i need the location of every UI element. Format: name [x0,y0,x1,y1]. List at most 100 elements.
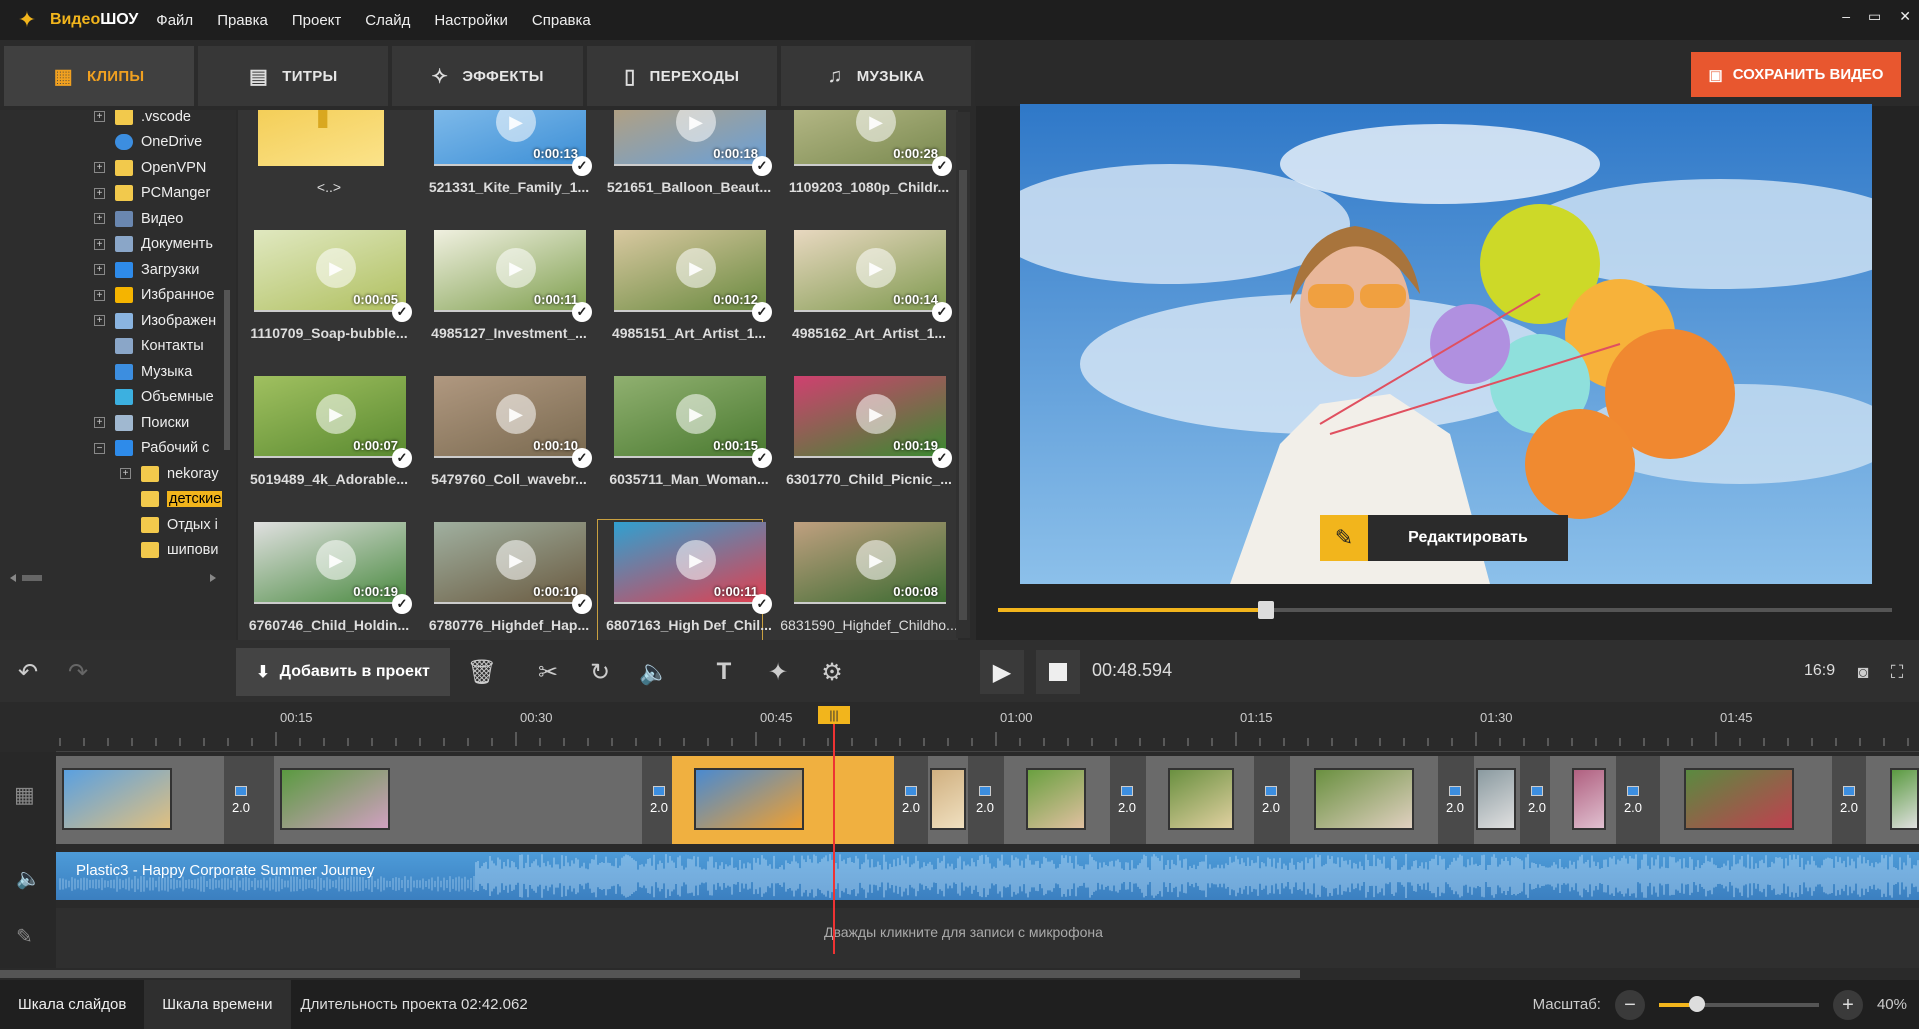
tree-item-label: Поиски [141,414,190,431]
expand-toggle-icon[interactable]: + [120,468,131,479]
clip-item[interactable]: ▶0:00:08✓6831590_Highdef_Childho... [780,522,958,640]
tree-item[interactable]: + nekoray [120,461,219,486]
tree-item[interactable]: + OpenVPN [94,155,206,180]
expand-toggle-icon[interactable]: + [94,187,105,199]
tree-item[interactable]: + Изображен [94,308,216,333]
undo-icon[interactable]: ↶ [8,650,48,694]
transition-duration[interactable]: 2.0 [1522,786,1552,815]
clip-thumbnail: ⬆ [258,110,384,166]
expand-toggle-icon[interactable]: + [94,213,105,224]
tab-transitions[interactable]: ▯ ПЕРЕХОДЫ [586,46,777,106]
clip-item[interactable]: ▶ 0:00:28 ✓ 1109203_1080p_Childr... [780,110,952,224]
volume-icon[interactable]: 🔈 [634,650,674,694]
stop-button[interactable] [1036,650,1080,694]
settings-gear-icon[interactable]: ⚙ [812,650,852,694]
tree-item[interactable]: + Загрузки [94,257,199,282]
clip-item[interactable]: ▶ 0:00:14 ✓ 4985162_Art_Artist_1... [780,230,952,370]
aspect-ratio[interactable]: 16:9 [1804,662,1835,680]
clip-item[interactable]: ▶ 0:00:13 ✓ 521331_Kite_Family_1... [420,110,592,224]
play-button[interactable]: ▶ [980,650,1024,694]
clip-item[interactable]: ▶ 0:00:05 ✓ 1110709_Soap-bubble... [240,230,412,370]
clip-item[interactable]: ⬆ <..> [240,110,400,224]
menu-slide[interactable]: Слайд [365,12,410,29]
transition-duration[interactable]: 2.0 [644,786,674,815]
menu-settings[interactable]: Настройки [434,12,508,29]
expand-toggle-icon[interactable]: − [94,442,105,454]
clip-item[interactable]: ▶ 0:00:18 ✓ 521651_Balloon_Beaut... [600,110,772,224]
tree-item[interactable]: +Контакты [94,334,204,359]
tree-item[interactable]: + .vscode [94,110,191,129]
transition-duration[interactable]: 2.0 [896,786,926,815]
menu-help[interactable]: Справка [532,12,591,29]
tree-item[interactable]: + PCManger [94,181,210,206]
clip-item[interactable]: ▶ 0:00:19 ✓ 6301770_Child_Picnic_... [780,376,952,516]
expand-toggle-icon[interactable]: + [94,417,105,428]
clip-item[interactable]: ▶ 0:00:19 ✓ 6760746_Child_Holdin... [240,522,412,640]
expand-toggle-icon[interactable]: + [94,264,105,275]
tree-item[interactable]: +Объемные [94,385,214,410]
expand-toggle-icon[interactable]: + [94,238,105,250]
text-icon[interactable]: T [704,650,744,694]
expand-toggle-icon[interactable]: + [94,162,105,173]
tree-item[interactable]: +OneDrive [94,130,202,155]
preview-seek-handle[interactable] [1258,601,1275,619]
tab-titles[interactable]: ▤ ТИТРЫ [198,46,389,106]
clip-item[interactable]: ▶ 0:00:11 ✓ 6807163_High Def_Chil... [597,519,772,640]
tree-item[interactable]: +шипови [120,538,218,563]
clip-item[interactable]: ▶ 0:00:12 ✓ 4985151_Art_Artist_1... [600,230,772,370]
transition-duration[interactable]: 2.0 [1618,786,1648,815]
zoom-out-button[interactable]: − [1614,989,1645,1020]
tree-item[interactable]: +Отдых і [120,512,218,537]
tree-item[interactable]: + Документь [94,232,213,257]
tab-time-scale[interactable]: Шкала времени [144,980,291,1029]
tree-item[interactable]: +детские [120,487,224,512]
clip-item[interactable]: ▶ 0:00:10 ✓ 6780776_Highdef_Hap... [420,522,592,640]
tab-effects[interactable]: ✧ ЭФФЕКТЫ [392,46,583,106]
fullscreen-icon[interactable]: ⛶ [1882,650,1912,694]
tree-item[interactable]: + Поиски [94,410,189,435]
transition-duration[interactable]: 2.0 [1834,786,1864,815]
clip-item[interactable]: ▶ 0:00:11 ✓ 4985127_Investment_... [420,230,592,370]
save-video-button[interactable]: ▣ СОХРАНИТЬ ВИДЕО [1691,52,1901,97]
transition-duration[interactable]: 2.0 [226,786,256,815]
maximize-button[interactable]: ▭ [1868,8,1881,25]
tree-item[interactable]: +Музыка [94,359,192,384]
tree-horizontal-scrollbar[interactable] [0,570,236,586]
snapshot-camera-icon[interactable]: ◙ [1848,650,1878,694]
transition-duration[interactable]: 2.0 [1440,786,1470,815]
grid-scroll-thumb[interactable] [959,170,967,620]
menu-edit[interactable]: Правка [217,12,268,29]
add-to-project-button[interactable]: ⬇ Добавить в проект [236,648,450,696]
tree-scroll-thumb[interactable] [224,290,230,450]
menu-file[interactable]: Файл [156,12,193,29]
clip-item[interactable]: ▶ 0:00:10 ✓ 5479760_Coll_wavebr... [420,376,592,516]
tab-clips[interactable]: ▦ КЛИПЫ [4,46,195,106]
redo-icon[interactable]: ↷ [58,650,98,694]
tree-item[interactable]: + Видео [94,206,183,231]
zoom-slider-handle[interactable] [1688,995,1705,1012]
tab-music[interactable]: ♫ МУЗЫКА [780,46,972,106]
delete-icon[interactable]: 🗑 [462,650,502,694]
menu-project[interactable]: Проект [292,12,341,29]
expand-toggle-icon[interactable]: + [94,111,105,122]
scissors-icon[interactable]: ✂ [528,650,568,694]
clip-item[interactable]: ▶ 0:00:15 ✓ 6035711_Man_Woman... [600,376,772,516]
clip-item[interactable]: ▶ 0:00:07 ✓ 5019489_4k_Adorable... [240,376,412,516]
transition-duration[interactable]: 2.0 [970,786,1000,815]
timeline-scroll-thumb[interactable] [0,970,1300,978]
zoom-slider[interactable] [1658,995,1819,1012]
transition-duration[interactable]: 2.0 [1112,786,1142,815]
minimize-button[interactable]: – [1842,8,1850,25]
tree-item[interactable]: + Избранное [94,283,214,308]
magic-wand-icon[interactable]: ✦ [758,650,798,694]
zoom-in-button[interactable]: + [1832,989,1863,1020]
close-button[interactable]: ✕ [1899,8,1911,25]
edit-overlay-button[interactable]: ✎ Редактировать [1320,515,1568,561]
tree-item[interactable]: − Рабочий с [94,436,209,461]
transition-duration[interactable]: 2.0 [1256,786,1286,815]
playhead-handle[interactable]: ||| [818,706,850,724]
rotate-icon[interactable]: ↻ [580,650,620,694]
expand-toggle-icon[interactable]: + [94,289,105,301]
tab-slide-scale[interactable]: Шкала слайдов [0,980,144,1029]
expand-toggle-icon[interactable]: + [94,315,105,326]
